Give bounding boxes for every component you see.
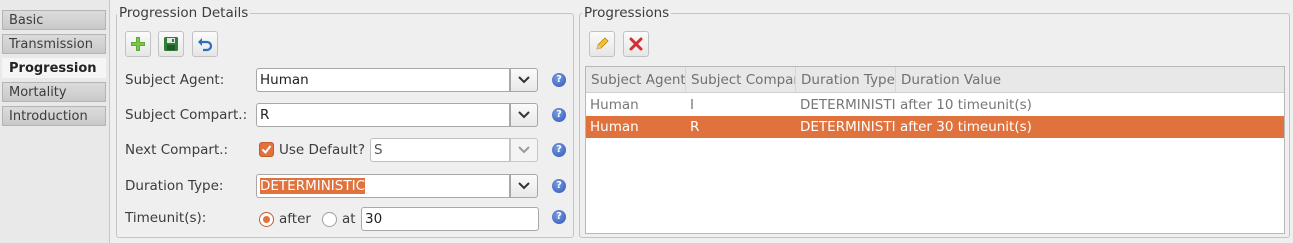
undo-icon [198,38,213,52]
table-row[interactable]: Human I DETERMINISTIC after 10 timeunit(… [586,94,1284,116]
chevron-down-icon [518,146,530,154]
subject-compart-help-icon[interactable]: ? [552,108,566,122]
delete-button[interactable] [623,31,649,57]
add-icon [131,37,145,51]
cell-duration-value: after 30 timeunit(s) [900,119,1032,135]
next-compart-value[interactable]: S [370,138,510,162]
cell-subject-compartment: R [690,119,700,135]
next-compart-dropdown[interactable] [510,138,538,162]
chevron-down-icon [518,182,530,190]
table-header: Subject Agent Subject Compartment Durati… [586,67,1284,93]
subject-agent-combo[interactable]: Human [256,68,539,92]
use-default-checkbox[interactable] [259,142,274,157]
add-button[interactable] [125,31,151,57]
tab-strip: Basic Transmission Progression Mortality… [0,0,110,243]
cell-subject-agent: Human [590,97,639,113]
tab-progression[interactable]: Progression [2,58,106,78]
column-header-duration-type[interactable]: Duration Type [796,67,896,93]
group-title: Progressions [582,5,672,21]
use-default-label: Use Default? [279,142,366,158]
cell-subject-compartment: I [690,97,694,113]
timeunit-help-icon[interactable]: ? [552,210,566,224]
table-row-selected[interactable]: Human R DETERMINISTIC after 30 timeunit(… [586,116,1284,138]
subject-compart-value[interactable]: R [256,103,510,127]
tab-transmission[interactable]: Transmission [2,34,106,54]
duration-type-help-icon[interactable]: ? [552,179,566,193]
tab-mortality[interactable]: Mortality [2,82,106,102]
column-header-subject-compartment[interactable]: Subject Compartment [686,67,796,93]
save-icon [164,37,178,51]
progressions-group: Progressions Subject Agent Subject Compa… [579,5,1290,238]
cell-duration-type: DETERMINISTIC [800,97,896,113]
pencil-icon [596,37,609,50]
undo-button[interactable] [192,31,218,57]
subject-agent-label: Subject Agent: [125,72,225,88]
chevron-down-icon [518,76,530,84]
edit-button[interactable] [589,31,615,57]
after-radio[interactable] [259,212,274,227]
timeunit-label: Timeunit(s): [125,210,207,226]
cell-duration-type: DETERMINISTIC [800,119,896,135]
chevron-down-icon [518,111,530,119]
duration-type-field[interactable]: DETERMINISTIC [256,174,510,198]
subject-agent-value[interactable]: Human [256,68,510,92]
subject-compart-dropdown[interactable] [510,103,538,127]
group-title: Progression Details [117,5,251,21]
progressions-table: Subject Agent Subject Compartment Durati… [585,66,1285,234]
next-compart-label: Next Compart.: [125,142,229,158]
subject-agent-help-icon[interactable]: ? [552,73,566,87]
next-compart-help-icon[interactable]: ? [552,143,566,157]
duration-type-value: DETERMINISTIC [260,178,366,194]
duration-type-dropdown[interactable] [510,174,538,198]
column-header-duration-value[interactable]: Duration Value [896,67,1284,93]
save-button[interactable] [158,31,184,57]
subject-agent-dropdown[interactable] [510,68,538,92]
timeunit-input[interactable]: 30 [361,207,539,231]
at-label: at [342,211,356,227]
progression-details-group: Progression Details Subject Agent: Human… [116,5,574,238]
cell-subject-agent: Human [590,119,639,135]
tab-basic[interactable]: Basic [2,10,106,30]
cell-duration-value: after 10 timeunit(s) [900,97,1032,113]
delete-icon [629,37,643,51]
subject-compart-label: Subject Compart.: [125,107,248,123]
after-label: after [279,211,311,227]
at-radio[interactable] [322,212,337,227]
duration-type-combo[interactable]: DETERMINISTIC [256,174,539,198]
subject-compart-combo[interactable]: R [256,103,539,127]
checkmark-icon [261,145,272,155]
column-header-subject-agent[interactable]: Subject Agent [586,67,686,93]
next-compart-combo[interactable]: S [370,138,539,162]
duration-type-label: Duration Type: [125,178,224,194]
tab-introduction[interactable]: Introduction [2,106,106,126]
